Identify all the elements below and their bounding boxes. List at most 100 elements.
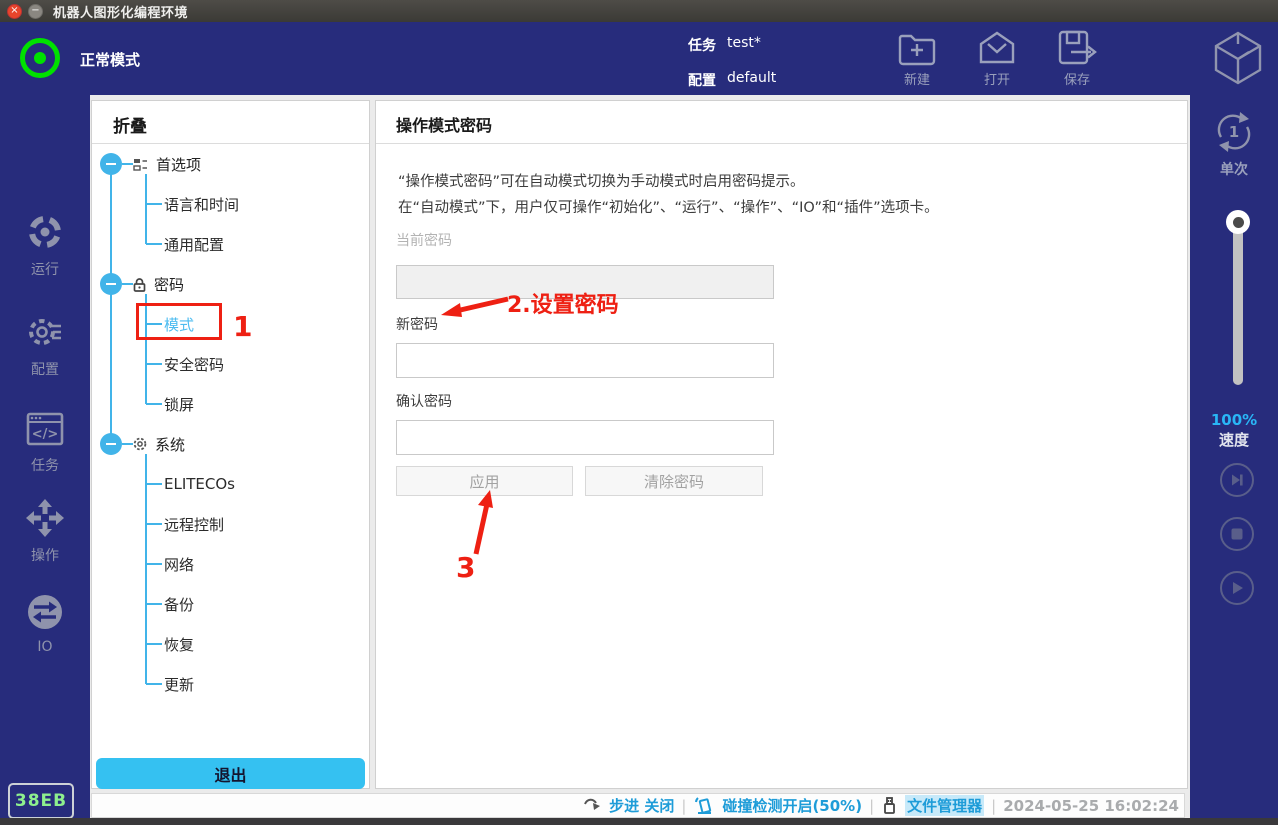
- annotation-step-1: 1: [233, 310, 252, 343]
- tree-item-label: 更新: [164, 674, 194, 695]
- step-arrow-icon: [583, 797, 602, 814]
- collapse-toggle-icon[interactable]: [100, 153, 122, 175]
- tree-line: [146, 683, 162, 685]
- speed-slider-track[interactable]: [1233, 215, 1243, 385]
- tree-item-system[interactable]: 系统: [133, 433, 185, 455]
- mode-label: 正常模式: [80, 49, 140, 70]
- current-password-label: 当前密码: [396, 230, 452, 250]
- swap-arrows-icon: [26, 593, 64, 635]
- tree-item-elitecos[interactable]: ELITECOs: [164, 473, 235, 495]
- stop-button[interactable]: [1220, 517, 1254, 551]
- collapse-toggle-icon[interactable]: [100, 273, 122, 295]
- speed-label: 速度: [1190, 429, 1278, 450]
- open-button[interactable]: 打开: [965, 30, 1029, 92]
- sidebar-item-config[interactable]: 配置: [0, 313, 90, 379]
- separator: |: [681, 797, 686, 815]
- config-value: default: [727, 70, 776, 86]
- tree-item-label: 安全密码: [164, 354, 224, 375]
- tree-item-lock-screen[interactable]: 锁屏: [164, 393, 194, 415]
- window-title: 机器人图形化编程环境: [53, 2, 188, 21]
- tree-line: [145, 454, 147, 684]
- tree-item-preferences[interactable]: 首选项: [133, 153, 201, 175]
- tree-collapse-header[interactable]: 折叠: [113, 112, 147, 137]
- password-settings-panel: 操作模式密码 “操作模式密码”可在自动模式切换为手动模式时启用密码提示。 在“自…: [375, 100, 1188, 789]
- clear-password-button[interactable]: 清除密码: [585, 466, 763, 496]
- exit-button[interactable]: 退出: [96, 758, 365, 789]
- tree-item-language-time[interactable]: 语言和时间: [164, 193, 239, 215]
- clock: 2024-05-25 16:02:24: [1003, 797, 1179, 815]
- skip-next-icon: [1227, 470, 1247, 490]
- sidebar-item-task[interactable]: </> 任务: [0, 411, 90, 475]
- tree-line: [146, 403, 162, 405]
- elite-logo-icon: [1212, 29, 1264, 91]
- tree-item-password[interactable]: 密码: [133, 273, 184, 295]
- sidebar-item-io[interactable]: IO: [0, 593, 90, 655]
- tree-item-label: 系统: [155, 434, 185, 455]
- lock-icon: [133, 277, 146, 292]
- tree-line: [146, 563, 162, 565]
- separator: |: [991, 797, 996, 815]
- svg-text:</>: </>: [32, 427, 59, 442]
- sidebar-item-jog[interactable]: 操作: [0, 499, 90, 565]
- tree-item-general-config[interactable]: 通用配置: [164, 233, 224, 255]
- gear-icon: [133, 437, 147, 451]
- sidebar-item-label: 任务: [31, 455, 59, 475]
- sidebar-item-run[interactable]: 运行: [0, 213, 90, 279]
- config-label: 配置: [688, 70, 716, 90]
- new-password-field[interactable]: [396, 343, 774, 378]
- status-badge: 38EB: [8, 783, 74, 819]
- stop-icon: [1227, 524, 1247, 544]
- play-button[interactable]: [1220, 571, 1254, 605]
- confirm-password-field[interactable]: [396, 420, 774, 455]
- tree-item-update[interactable]: 更新: [164, 673, 194, 695]
- sidebar-item-label: 配置: [31, 359, 59, 379]
- org-list-icon: [133, 158, 148, 171]
- separator: |: [869, 797, 874, 815]
- single-cycle-count: 1: [1229, 123, 1239, 141]
- tree-item-label: 恢复: [164, 634, 194, 655]
- tree-item-network[interactable]: 网络: [164, 553, 194, 575]
- divider: [92, 143, 369, 144]
- app-window: × − 机器人图形化编程环境 正常模式 任务 test* 配置 default …: [0, 0, 1278, 825]
- tree-line: [110, 164, 112, 444]
- gear-list-icon: [26, 313, 64, 355]
- tree-item-label: 首选项: [156, 154, 201, 175]
- description-line1: “操作模式密码”可在自动模式切换为手动模式时启用密码提示。: [398, 170, 805, 191]
- step-status[interactable]: 步进 关闭: [609, 795, 674, 816]
- tree-item-label: 密码: [154, 274, 184, 295]
- target-run-icon: [26, 213, 64, 255]
- tree-item-safety-password[interactable]: 安全密码: [164, 353, 224, 375]
- tree-item-restore[interactable]: 恢复: [164, 633, 194, 655]
- step-next-button[interactable]: [1220, 463, 1254, 497]
- titlebar: × − 机器人图形化编程环境: [0, 0, 1278, 22]
- divider: [376, 143, 1187, 144]
- move-arrows-icon: [26, 499, 64, 541]
- sidebar-item-label: 运行: [31, 259, 59, 279]
- close-icon[interactable]: ×: [7, 4, 22, 19]
- robot-status-icon[interactable]: [20, 38, 60, 78]
- single-cycle-icon[interactable]: 1: [1212, 109, 1256, 159]
- tree-item-remote-control[interactable]: 远程控制: [164, 513, 224, 535]
- page-title: 操作模式密码: [396, 112, 492, 136]
- speed-slider-thumb[interactable]: [1226, 210, 1250, 234]
- new-button[interactable]: 新建: [885, 30, 949, 92]
- save-button[interactable]: 保存: [1045, 30, 1109, 92]
- tree-line: [122, 283, 133, 285]
- tree-line: [146, 643, 162, 645]
- file-manager-status[interactable]: 文件管理器: [905, 795, 984, 816]
- collision-status[interactable]: 碰撞检测开启(50%): [722, 795, 862, 816]
- tree-item-label: 语言和时间: [164, 194, 239, 215]
- right-sidebar: 1 单次 100% 速度: [1190, 95, 1278, 818]
- tree-item-label: 远程控制: [164, 514, 224, 535]
- collapse-toggle-icon[interactable]: [100, 433, 122, 455]
- settings-tree-panel: 折叠: [91, 100, 370, 789]
- save-icon: [1057, 30, 1097, 66]
- tree-item-label: 备份: [164, 594, 194, 615]
- annotation-arrow-icon: [430, 290, 515, 325]
- robot-status-dot: [34, 52, 46, 64]
- new-button-label: 新建: [904, 69, 930, 88]
- annotation-arrow-icon: [462, 488, 502, 560]
- tree-item-backup[interactable]: 备份: [164, 593, 194, 615]
- tree-line: [146, 203, 162, 205]
- minimize-icon[interactable]: −: [28, 4, 43, 19]
